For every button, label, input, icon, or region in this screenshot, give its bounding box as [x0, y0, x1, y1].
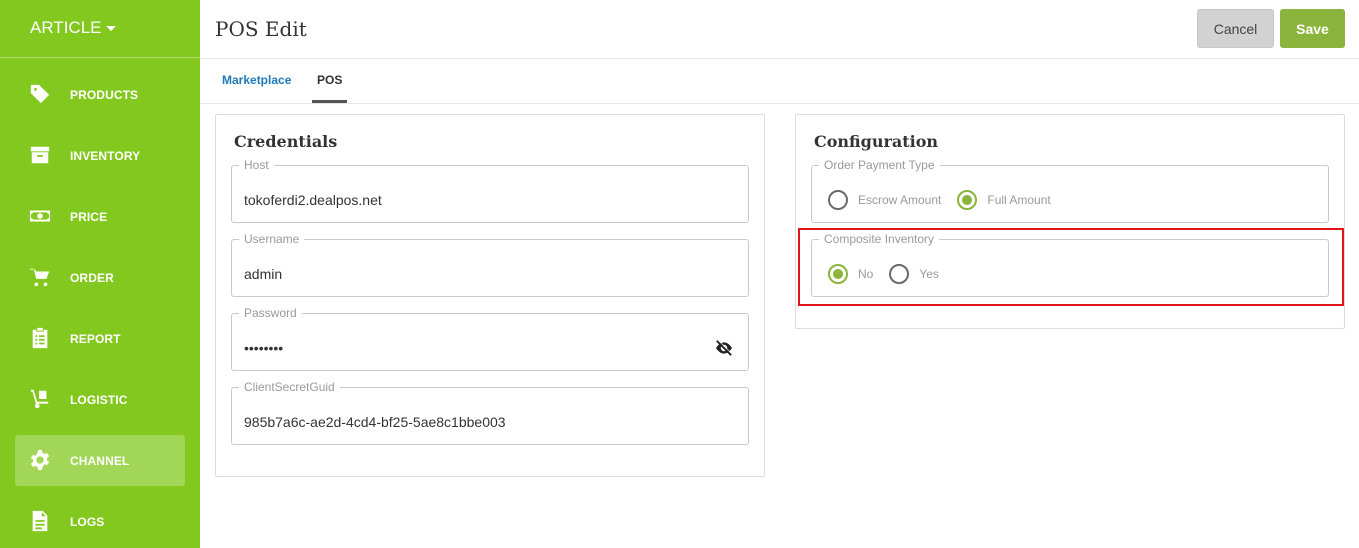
sidebar-item-price[interactable]: PRICE [15, 191, 185, 242]
page-header: POS Edit Cancel Save [200, 0, 1359, 59]
sidebar-item-products[interactable]: PRODUCTS [15, 69, 185, 120]
order-payment-type-label: Order Payment Type [824, 158, 935, 172]
order-payment-type-field: Order Payment Type Escrow Amount Full Am… [811, 158, 1329, 223]
clipboard-icon [29, 327, 51, 349]
tag-icon [29, 83, 51, 105]
sidebar-item-label: PRODUCTS [70, 87, 139, 102]
username-field: Username [231, 232, 749, 297]
sidebar-item-label: LOGISTIC [70, 392, 128, 407]
page-title: POS Edit [215, 17, 307, 41]
brand-menu[interactable]: ARTICLE [30, 18, 116, 38]
username-label: Username [244, 232, 300, 246]
radio-escrow-amount[interactable]: Escrow Amount [828, 190, 941, 210]
sidebar-item-label: ORDER [70, 270, 114, 285]
sidebar-item-label: PRICE [70, 209, 108, 224]
sidebar-item-logistic[interactable]: LOGISTIC [15, 374, 185, 425]
gear-icon [29, 449, 51, 471]
radio-label: Full Amount [987, 193, 1051, 207]
eye-off-icon[interactable] [714, 340, 734, 356]
active-tab-indicator [312, 100, 347, 103]
hand-truck-icon [29, 388, 51, 410]
brand-divider [0, 57, 200, 58]
document-icon [29, 510, 51, 532]
radio-circle [828, 190, 848, 210]
username-input[interactable] [244, 266, 684, 282]
sidebar: ARTICLE PRODUCTS INVENTORY PRICE ORDER R… [0, 0, 200, 548]
archive-box-icon [29, 144, 51, 166]
order-payment-type-options: Escrow Amount Full Amount [828, 190, 1067, 210]
client-secret-label: ClientSecretGuid [244, 380, 335, 394]
radio-full-amount[interactable]: Full Amount [957, 190, 1051, 210]
password-field: Password [231, 306, 749, 371]
radio-circle [957, 190, 978, 210]
tab-bar: Marketplace POS [200, 59, 1359, 104]
sidebar-item-label: LOGS [70, 514, 105, 529]
sidebar-item-channel[interactable]: CHANNEL [15, 435, 185, 486]
radio-label: Escrow Amount [858, 193, 942, 207]
cancel-button[interactable]: Cancel [1197, 9, 1274, 48]
sidebar-item-report[interactable]: REPORT [15, 313, 185, 364]
password-label: Password [244, 306, 297, 320]
sidebar-item-label: INVENTORY [70, 148, 141, 163]
save-button[interactable]: Save [1280, 9, 1345, 48]
app-root: ARTICLE PRODUCTS INVENTORY PRICE ORDER R… [0, 0, 1359, 548]
sidebar-item-label: REPORT [70, 331, 121, 346]
client-secret-input[interactable] [244, 414, 684, 430]
sidebar-item-order[interactable]: ORDER [15, 252, 185, 303]
sidebar-nav: PRODUCTS INVENTORY PRICE ORDER REPORT LO… [15, 69, 185, 548]
tab-marketplace[interactable]: Marketplace [222, 73, 291, 87]
highlight-box [798, 228, 1344, 306]
cart-icon [29, 266, 51, 288]
host-field: Host [231, 158, 749, 223]
client-secret-field: ClientSecretGuid [231, 380, 749, 445]
tab-pos[interactable]: POS [317, 73, 342, 87]
brand-label: ARTICLE [30, 18, 102, 37]
sidebar-item-label: CHANNEL [70, 453, 130, 468]
sidebar-item-inventory[interactable]: INVENTORY [15, 130, 185, 181]
credentials-title: Credentials [234, 132, 338, 151]
money-icon [29, 205, 51, 227]
credentials-card: Credentials Host Username Password Clien… [215, 114, 765, 477]
password-input[interactable] [244, 340, 644, 356]
host-label: Host [244, 158, 269, 172]
configuration-title: Configuration [814, 132, 939, 151]
host-input[interactable] [244, 192, 684, 208]
sidebar-item-logs[interactable]: LOGS [15, 496, 185, 547]
caret-down-icon [105, 25, 116, 31]
